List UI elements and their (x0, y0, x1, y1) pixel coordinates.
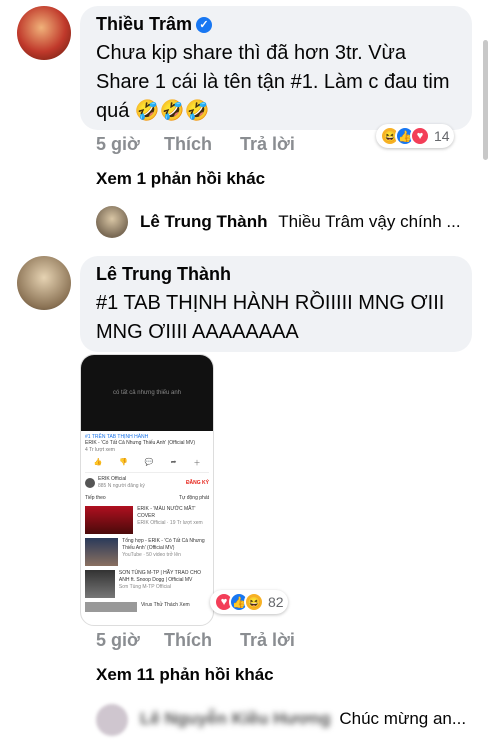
comment-author[interactable]: Lê Trung Thành (96, 264, 231, 285)
reply-text: Chúc mừng an... (339, 709, 467, 728)
reaction-count: 14 (434, 128, 450, 144)
like-button[interactable]: Thích (164, 630, 212, 651)
comment-time: 5 giờ (96, 134, 140, 154)
video-title: ERIK - 'Có Tất Cả Nhưng Thiếu Anh' (Offi… (85, 440, 196, 446)
avatar[interactable] (17, 6, 71, 60)
view-more-replies[interactable]: Xem 11 phản hồi khác (96, 665, 274, 685)
chat-icon: 💬 (144, 459, 154, 466)
list-item: Tổng hợp - ERIK - 'Có Tất Cả Nhưng Thiếu… (85, 538, 209, 566)
like-button[interactable]: Thích (164, 134, 212, 155)
up-next-label: Tiếp theo (85, 495, 106, 501)
channel-subs: 885 N người đăng ký (98, 483, 145, 489)
comment-author[interactable]: Thiều Trâm ✓ (96, 14, 213, 35)
like-icon: 👍 (93, 459, 103, 466)
haha-reaction-icon: 😆 (244, 592, 264, 612)
reaction-summary[interactable]: 😆 👍 ♥ 14 (376, 124, 454, 148)
comment-text: #1 TAB THỊNH HÀNH RỒIIIII MNG ƠIII MNG Ơ… (96, 292, 445, 343)
reaction-summary[interactable]: ♥ 👍 😆 82 (210, 590, 288, 614)
dislike-icon: 👎 (119, 459, 128, 466)
reply-author: Lê Trung Thành (140, 212, 268, 231)
channel-name: ERIK Official (98, 476, 127, 482)
reply-button[interactable]: Trả lời (240, 134, 295, 155)
reply-preview[interactable]: Lê Trung Thành Thiều Trâm vậy chính ... (140, 212, 461, 232)
reply-preview[interactable]: Lê Nguyễn Kiều Hương Chúc mừng an... (140, 709, 466, 729)
list-item: Virus Thử Thách Xem (85, 602, 209, 612)
avatar[interactable] (96, 206, 128, 238)
view-more-replies[interactable]: Xem 1 phản hồi khác (96, 169, 265, 189)
scrollbar[interactable] (483, 40, 488, 160)
save-icon: ＋ (193, 460, 201, 467)
reply-button[interactable]: Trả lời (240, 630, 295, 651)
action-bar: 👍 👎 💬 ➦ ＋ (85, 458, 209, 468)
avatar[interactable] (17, 256, 71, 310)
reaction-count: 82 (268, 594, 284, 610)
reply-text: Thiều Trâm vậy chính ... (278, 212, 461, 231)
autoplay-label: Tự động phát (178, 495, 209, 501)
list-item: ERIK - 'MÀU NƯỚC MẮT' COVER ERIK Official… (85, 506, 209, 534)
subscribe-button: ĐĂNG KÝ (185, 480, 209, 486)
list-item: SƠN TÙNG M-TP | HÃY TRAO CHO ANH ft. Sno… (85, 570, 209, 598)
reply-author: Lê Nguyễn Kiều Hương (140, 709, 331, 728)
comment-time: 5 giờ (96, 630, 140, 650)
comment-text: Chưa kịp share thì đã hơn 3tr. Vừa Share… (96, 42, 450, 122)
attached-image[interactable]: có tất cả nhưng thiếu anh #1 TRÊN TAB TH… (80, 354, 214, 626)
video-views: 4 Tr lượt xem (85, 447, 115, 453)
love-reaction-icon: ♥ (410, 126, 430, 146)
channel-avatar (85, 478, 95, 488)
avatar[interactable] (96, 704, 128, 736)
video-player: có tất cả nhưng thiếu anh (81, 355, 213, 431)
verified-badge-icon: ✓ (196, 17, 213, 33)
share-icon: ➦ (170, 459, 177, 466)
